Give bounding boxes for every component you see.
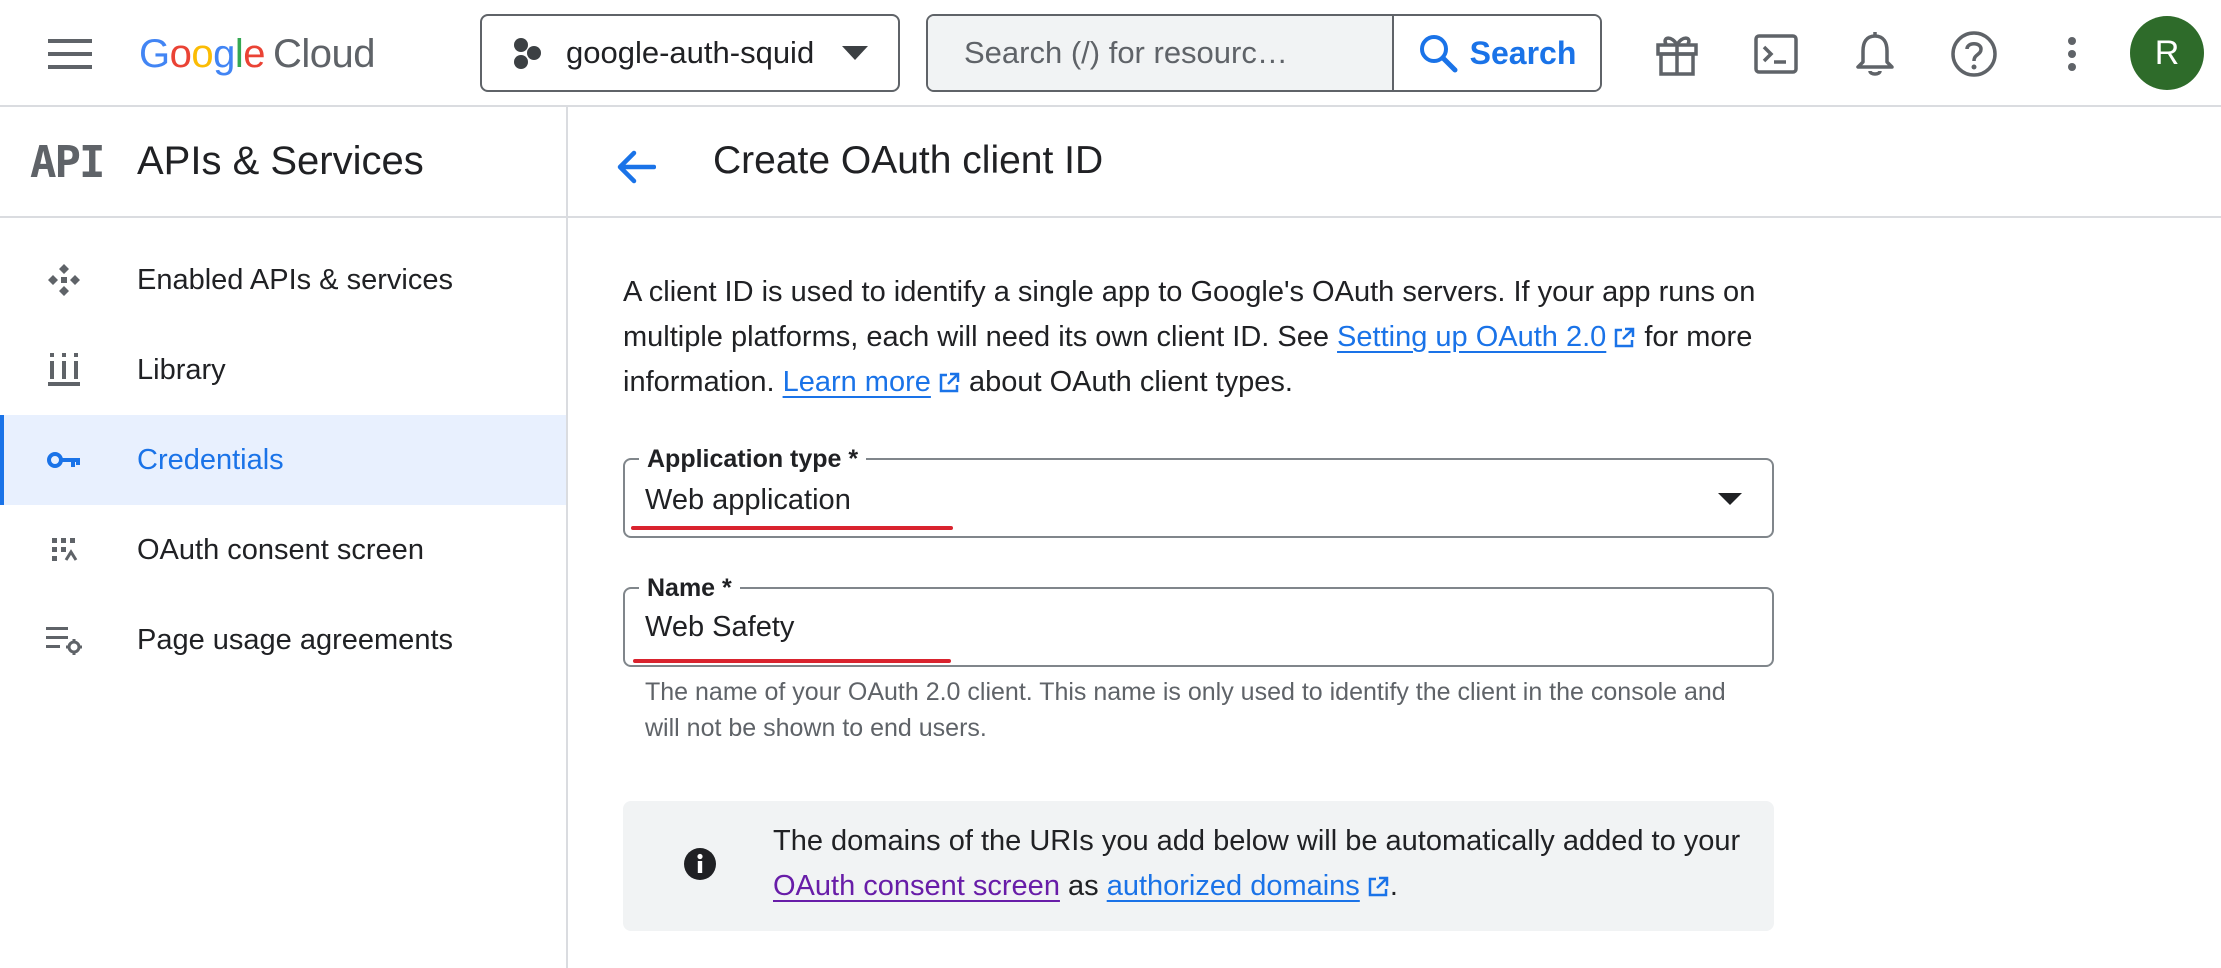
more-vert-icon (2066, 36, 2078, 72)
help-button[interactable] (1942, 22, 2006, 86)
project-name: google-auth-squid (566, 35, 815, 70)
help-icon (1950, 30, 1998, 78)
application-type-label: Application type * (639, 445, 867, 473)
page-title: Create OAuth client ID (713, 139, 1104, 182)
cloud-shell-button[interactable] (1744, 22, 1808, 86)
info-text-1: The domains of the URIs you add below wi… (773, 825, 1741, 857)
logo-cloud: Cloud (273, 31, 376, 76)
oauth-consent-screen-link-label: OAuth consent screen (773, 870, 1060, 902)
sidebar-item-library[interactable]: Library (0, 325, 566, 415)
search-button-label: Search (1469, 34, 1577, 71)
dropdown-arrow-icon (1718, 493, 1742, 505)
info-text: The domains of the URIs you add below wi… (773, 819, 1753, 909)
sidebar-item-label: OAuth consent screen (137, 533, 424, 566)
api-logo-icon: API (30, 137, 105, 188)
gift-button[interactable] (1645, 22, 1709, 86)
sidebar-item-label: Enabled APIs & services (137, 263, 453, 296)
name-field-label: Name * (639, 574, 740, 602)
search-icon (1418, 33, 1458, 73)
logo-google: Google (139, 31, 266, 76)
sidebar-title: APIs & Services (137, 139, 424, 183)
authorized-domains-link-label: authorized domains (1106, 870, 1360, 902)
info-text-2: as (1059, 870, 1107, 902)
name-helper-text: The name of your OAuth 2.0 client. This … (645, 678, 1726, 742)
learn-more-link-label: Learn more (782, 366, 931, 398)
arrow-back-icon (616, 150, 656, 184)
top-bar: Google Cloud google-auth-squid Search (/… (0, 0, 2221, 107)
more-options-button[interactable] (2040, 22, 2104, 86)
main-menu-button[interactable] (34, 22, 106, 86)
google-cloud-logo[interactable]: Google Cloud (139, 24, 376, 84)
notifications-button[interactable] (1843, 22, 1907, 86)
sidebar: API APIs & Services Enabled APIs & servi… (0, 107, 568, 968)
search-box: Search (926, 14, 1602, 92)
sidebar-header: API APIs & Services (0, 107, 566, 218)
sidebar-item-credentials[interactable]: Credentials (0, 415, 566, 505)
consent-screen-icon (44, 532, 84, 568)
oauth-consent-screen-link[interactable]: OAuth consent screen (773, 870, 1060, 902)
intro-text-3: about OAuth client types. (960, 366, 1293, 398)
sidebar-item-label: Library (137, 353, 226, 386)
name-input[interactable] (645, 607, 1745, 647)
terminal-icon (1754, 34, 1798, 74)
back-button[interactable] (606, 137, 666, 197)
external-link-icon (1366, 875, 1390, 899)
name-field: Name * (623, 574, 1774, 667)
application-type-value: Web application (645, 484, 851, 516)
key-icon (44, 442, 84, 478)
intro-paragraph: A client ID is used to identify a single… (623, 270, 1823, 405)
setting-up-oauth-link-label: Setting up OAuth 2.0 (1337, 321, 1607, 353)
library-icon (44, 352, 84, 388)
sidebar-item-enabled-apis[interactable]: Enabled APIs & services (0, 235, 566, 325)
search-input[interactable] (928, 16, 1394, 90)
chevron-down-icon (842, 46, 868, 60)
info-banner: The domains of the URIs you add below wi… (623, 801, 1774, 931)
red-underline-annotation (633, 659, 951, 663)
menu-icon (48, 38, 92, 70)
application-type-select[interactable]: Application type * Web application (623, 445, 1774, 538)
search-button[interactable]: Search (1394, 16, 1600, 90)
setting-up-oauth-link[interactable]: Setting up OAuth 2.0 (1337, 321, 1606, 353)
external-link-icon (937, 371, 961, 395)
sidebar-item-label: Page usage agreements (137, 623, 453, 656)
info-icon (683, 847, 717, 881)
sidebar-item-page-usage[interactable]: Page usage agreements (0, 595, 566, 685)
agreements-icon (44, 622, 84, 658)
main-header: Create OAuth client ID (568, 107, 2221, 218)
main-content: Create OAuth client ID A client ID is us… (568, 107, 2221, 968)
sidebar-item-label: Credentials (137, 443, 284, 476)
project-picker[interactable]: google-auth-squid (480, 14, 900, 92)
bell-icon (1855, 31, 1895, 77)
enabled-apis-icon (44, 262, 84, 298)
info-text-3: . (1389, 870, 1398, 902)
learn-more-link[interactable]: Learn more (783, 366, 931, 398)
gift-icon (1654, 31, 1700, 77)
external-link-icon (1612, 326, 1636, 350)
account-avatar[interactable]: R (2130, 16, 2204, 90)
sidebar-item-oauth-consent[interactable]: OAuth consent screen (0, 505, 566, 595)
authorized-domains-link[interactable]: authorized domains (1107, 870, 1360, 902)
project-icon (512, 37, 544, 69)
red-underline-annotation (631, 526, 953, 530)
